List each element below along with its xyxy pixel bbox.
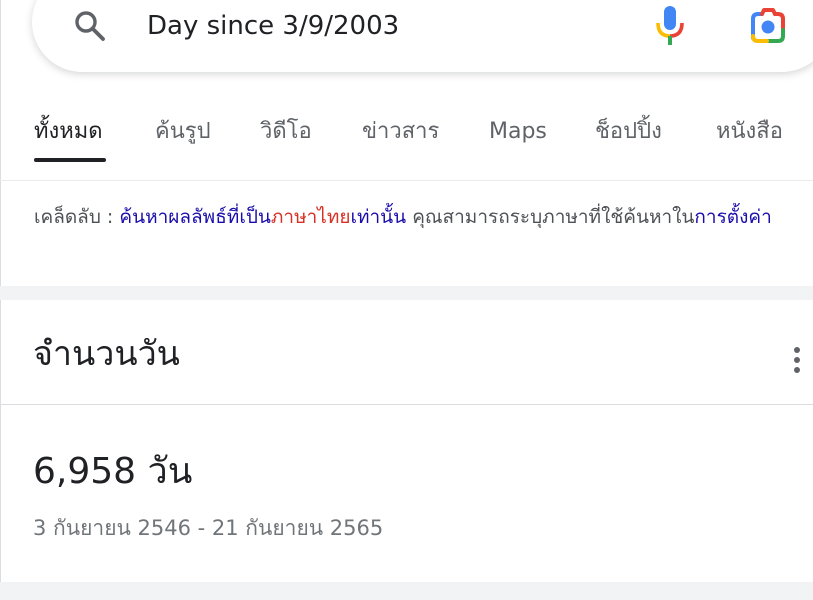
page: Day since 3/9/2003 ทั้งหมด ค้นรูป วิดีโอ… — [0, 0, 813, 600]
tab-videos[interactable]: วิดีโอ — [260, 112, 312, 152]
search-icon[interactable] — [72, 8, 108, 44]
search-tabs: ทั้งหมด ค้นรูป วิดีโอ ข่าวสาร Maps ช็อปป… — [0, 104, 813, 162]
settings-link[interactable]: การตั้งค่า — [694, 206, 771, 228]
bottom-separator — [0, 582, 813, 600]
card-title: จำนวนวัน — [33, 334, 180, 374]
tab-maps[interactable]: Maps — [489, 112, 547, 152]
tab-all[interactable]: ทั้งหมด — [34, 112, 103, 152]
tab-shopping[interactable]: ช็อปปิ้ง — [595, 112, 662, 152]
more-vert-icon[interactable] — [784, 340, 810, 384]
search-input[interactable]: Day since 3/9/2003 — [147, 6, 399, 46]
tab-news[interactable]: ข่าวสาร — [362, 112, 439, 152]
tabs-divider — [0, 180, 813, 181]
date-range-text: 3 กันยายน 2546 - 21 กันยายน 2565 — [33, 516, 384, 540]
tip-prefix: เคล็ดลับ : — [34, 206, 120, 228]
thai-only-link-part3[interactable]: เท่านั้น — [350, 206, 406, 228]
tab-books[interactable]: หนังสือ — [716, 112, 783, 152]
thai-only-link-part1[interactable]: ค้นหาผลลัพธ์ที่เป็น — [119, 206, 271, 228]
card-divider — [0, 404, 813, 405]
active-tab-indicator — [34, 158, 106, 162]
mic-icon[interactable] — [652, 4, 688, 48]
section-separator — [0, 286, 813, 300]
tab-images[interactable]: ค้นรูป — [155, 112, 211, 152]
thai-only-link-part2[interactable]: ภาษาไทย — [271, 206, 351, 228]
left-edge-divider — [0, 0, 1, 600]
language-tip: เคล็ดลับ : ค้นหาผลลัพธ์ที่เป็นภาษาไทยเท่… — [34, 200, 813, 234]
google-lens-icon[interactable] — [745, 6, 789, 46]
days-count-value: 6,958 วัน — [33, 451, 193, 492]
tip-middle-text: คุณสามารถระบุภาษาที่ใช้ค้นหาใน — [406, 206, 695, 228]
